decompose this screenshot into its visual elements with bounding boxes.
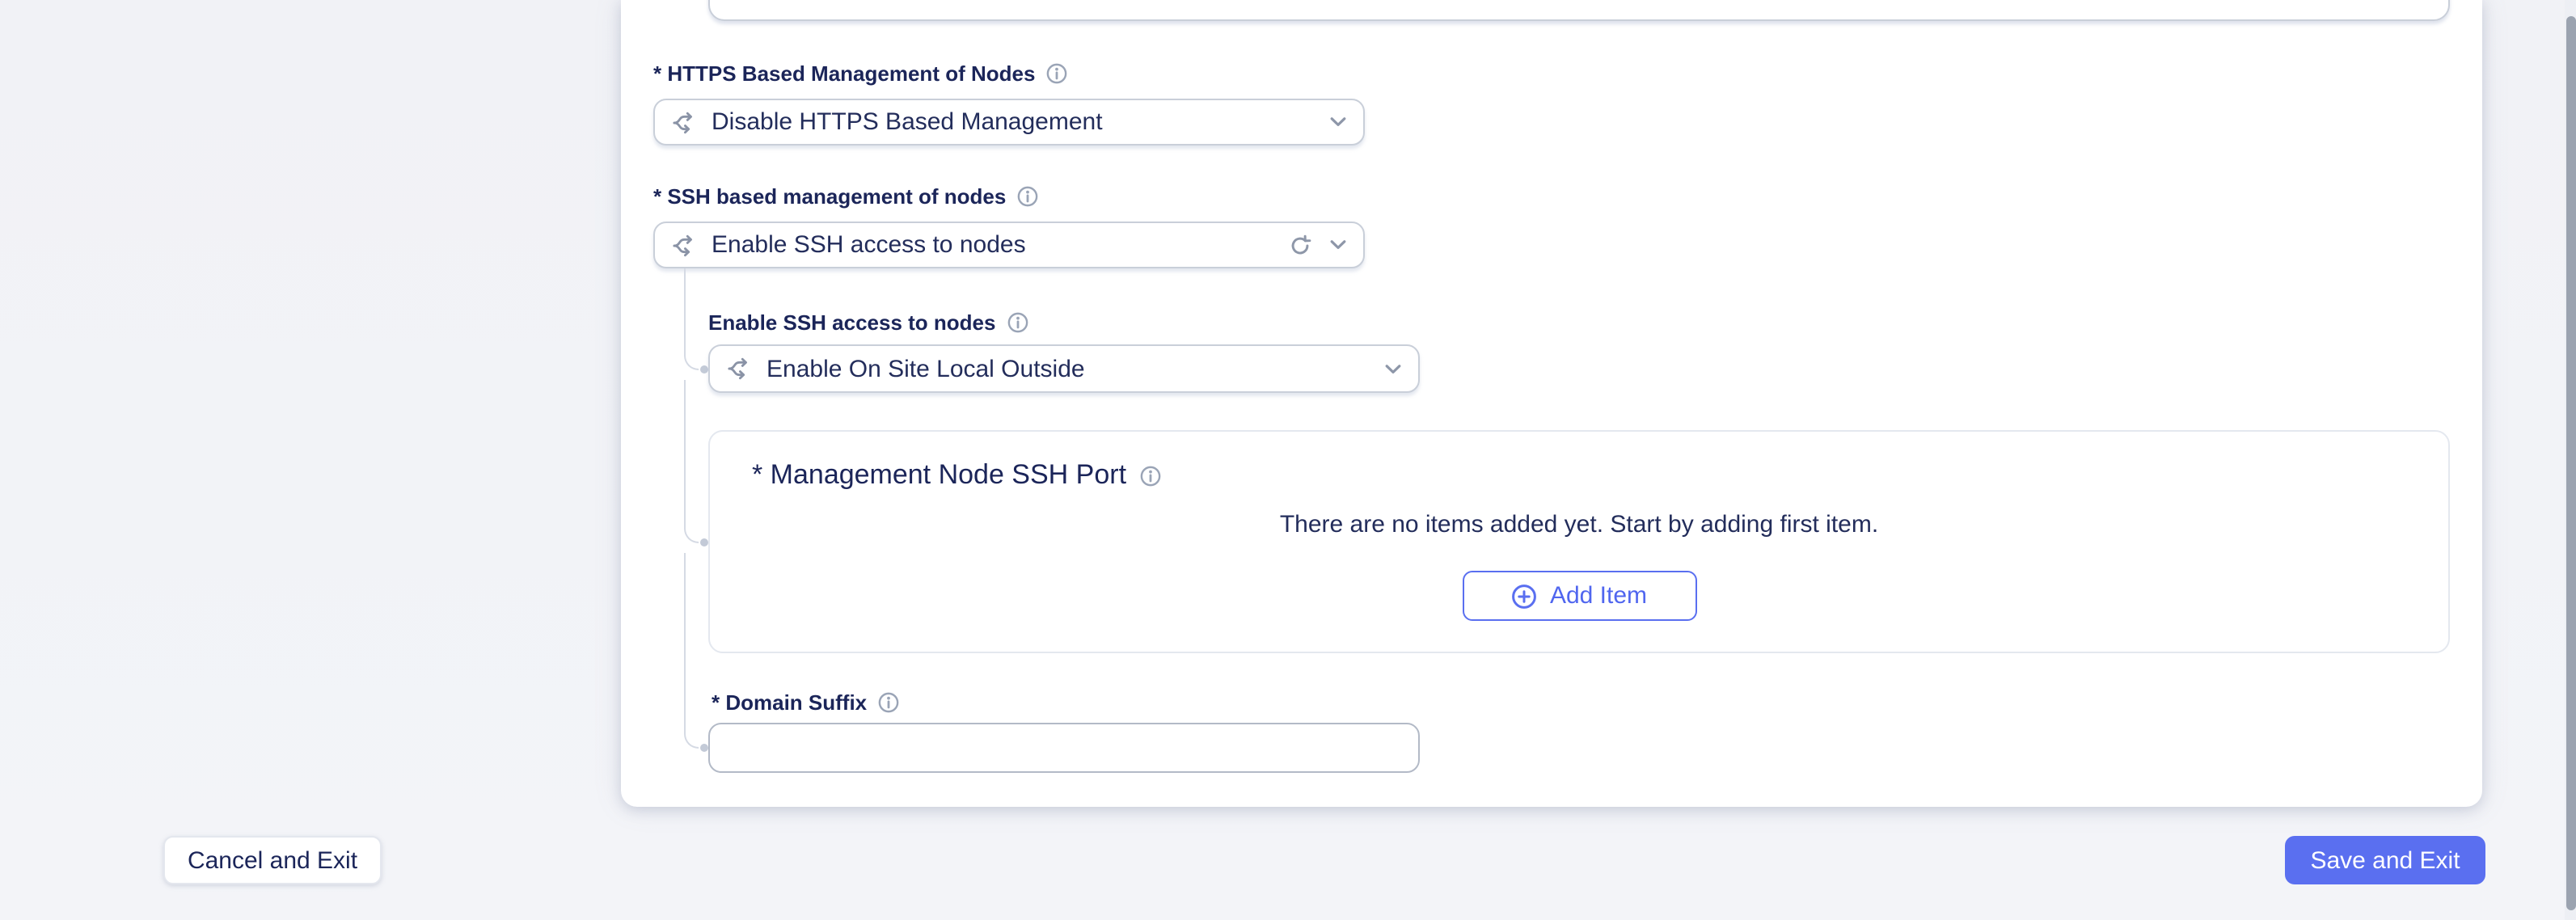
settings-form-page: * HTTPS Based Management of Nodes Disabl… (0, 0, 2576, 920)
domain-suffix-label-row: * Domain Suffix (712, 689, 899, 715)
info-icon[interactable] (1046, 62, 1067, 83)
tree-connector (684, 380, 708, 547)
ssh-access-label-row: Enable SSH access to nodes (708, 309, 1028, 335)
tree-connector (684, 553, 708, 752)
https-management-label-row: * HTTPS Based Management of Nodes (653, 60, 1067, 86)
branch-split-arrows-icon (726, 356, 752, 382)
info-icon[interactable] (878, 691, 899, 712)
truncated-top-input[interactable] (708, 0, 2450, 21)
form-card: * HTTPS Based Management of Nodes Disabl… (621, 0, 2482, 807)
empty-list-message: There are no items added yet. Start by a… (1279, 511, 1879, 538)
chevron-down-icon[interactable] (1384, 363, 1402, 374)
cancel-and-exit-button[interactable]: Cancel and Exit (163, 836, 382, 884)
vertical-scrollbar-thumb[interactable] (2566, 16, 2576, 910)
https-management-select[interactable]: Disable HTTPS Based Management (653, 99, 1365, 146)
domain-suffix-label: * Domain Suffix (712, 690, 868, 714)
ssh-port-title: * Management Node SSH Port (752, 459, 1127, 490)
branch-split-arrows-icon (671, 232, 697, 258)
info-icon[interactable] (1017, 185, 1038, 206)
ssh-access-select[interactable]: Enable On Site Local Outside (708, 344, 1420, 393)
ssh-management-label-row: * SSH based management of nodes (653, 183, 1038, 209)
branch-split-arrows-icon (671, 109, 697, 135)
https-management-label: * HTTPS Based Management of Nodes (653, 61, 1036, 85)
ssh-access-label: Enable SSH access to nodes (708, 310, 996, 334)
info-icon[interactable] (1007, 311, 1028, 332)
ssh-management-select-value: Enable SSH access to nodes (712, 231, 1026, 259)
add-item-button-label: Add Item (1549, 582, 1648, 610)
tree-connector (684, 268, 708, 373)
ssh-port-list-panel: * Management Node SSH Port There are no … (708, 430, 2450, 653)
domain-suffix-input[interactable] (708, 723, 1420, 773)
reload-arrow-icon[interactable] (1289, 234, 1311, 256)
add-item-button[interactable]: Add Item (1462, 571, 1696, 621)
ssh-port-title-row: * Management Node SSH Port (752, 459, 1160, 492)
ssh-management-select[interactable]: Enable SSH access to nodes (653, 222, 1365, 268)
vertical-scrollbar-track[interactable] (2565, 0, 2576, 920)
plus-in-circle-icon (1511, 583, 1537, 609)
info-icon[interactable] (1139, 465, 1160, 486)
chevron-down-icon[interactable] (1329, 239, 1347, 251)
ssh-access-select-value: Enable On Site Local Outside (766, 355, 1085, 382)
ssh-management-label: * SSH based management of nodes (653, 184, 1007, 208)
chevron-down-icon[interactable] (1329, 116, 1347, 128)
save-and-exit-button[interactable]: Save and Exit (2285, 836, 2485, 884)
https-management-select-value: Disable HTTPS Based Management (712, 108, 1103, 136)
